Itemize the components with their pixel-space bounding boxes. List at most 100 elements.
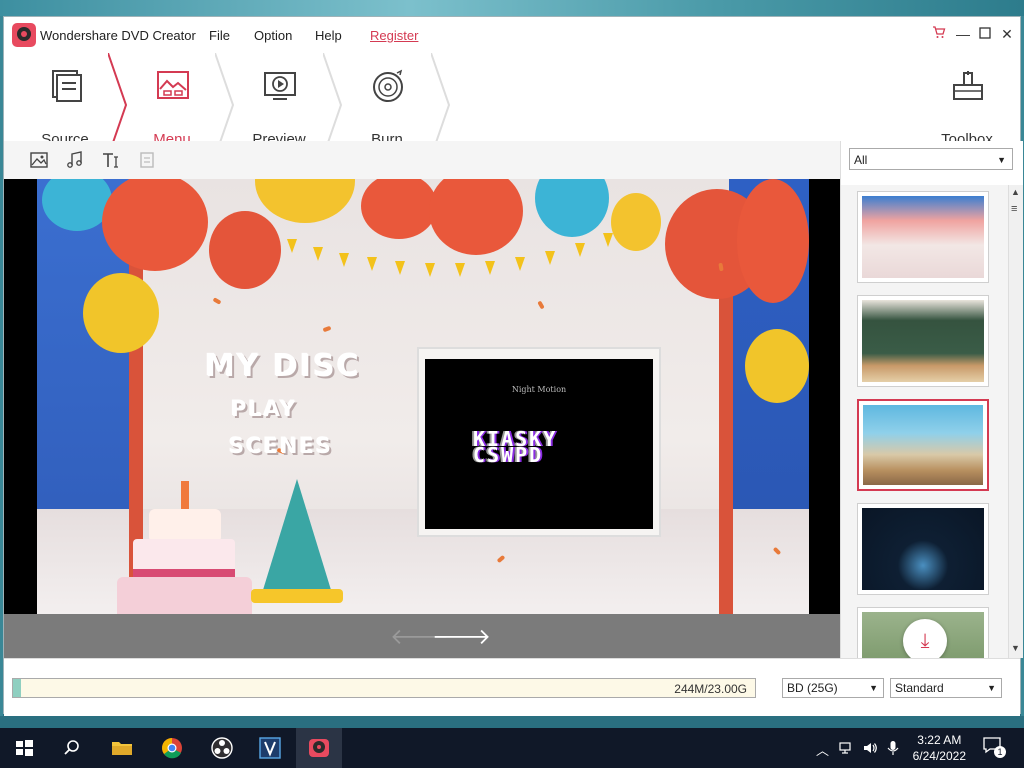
tray-chevron-up-icon[interactable]: ︿ (816, 740, 829, 759)
notification-center-icon[interactable]: 1 (982, 736, 1006, 758)
chrome-icon[interactable] (160, 736, 184, 760)
title-bar: Wondershare DVD Creator File Option Help… (4, 17, 1020, 53)
template-preview-image (862, 300, 984, 382)
chevron-down-icon: ▼ (869, 683, 878, 693)
burn-disc-icon (373, 69, 403, 102)
pennant-flag (395, 261, 405, 275)
menu-scenes-button[interactable]: SCENES (229, 434, 333, 458)
pennant-flag (339, 253, 349, 267)
menu-disc-title[interactable]: MY DISC (205, 349, 361, 384)
quality-select[interactable]: Standard ▼ (890, 678, 1002, 698)
scroll-thumb[interactable]: ≡ (1011, 203, 1017, 215)
desktop-background (0, 0, 1024, 16)
notification-count: 1 (994, 746, 1006, 758)
video-thumbnail: Night Motion KIASKY CSWPD (425, 359, 653, 529)
disc-usage-fill (13, 679, 22, 697)
balloon (209, 211, 281, 289)
menu-toolbar (4, 141, 840, 180)
obs-icon[interactable] (210, 736, 234, 760)
menu-play-button[interactable]: PLAY (231, 397, 297, 421)
template-list: ⤓ (841, 185, 1009, 658)
template-panel: All ▼ ⤓ ▲ ≡ ▼ (840, 141, 1023, 658)
disc-usage-bar: 244M/23.00G (12, 678, 756, 698)
menu-template-scene: MY DISC PLAY SCENES Night Motion KIASKY … (37, 179, 809, 614)
minimize-icon[interactable]: — (952, 23, 974, 45)
file-explorer-icon[interactable] (110, 736, 134, 760)
template-preview-image (863, 405, 983, 485)
template-thumb-beach[interactable] (857, 399, 989, 491)
template-thumb-night[interactable] (857, 503, 989, 595)
menu-option[interactable]: Option (254, 28, 292, 43)
close-icon[interactable]: ✕ (996, 23, 1018, 45)
menu-file[interactable]: File (209, 28, 230, 43)
confetti (322, 325, 332, 333)
register-link[interactable]: Register (370, 28, 418, 43)
taskbar: ︿ 3:22 AM 6/24/2022 1 (0, 728, 1024, 768)
pennant-flag (485, 261, 495, 275)
template-filter-select[interactable]: All ▼ (849, 148, 1013, 170)
app-title: Wondershare DVD Creator (40, 28, 196, 43)
menu-video-frame[interactable]: Night Motion KIASKY CSWPD (417, 347, 661, 537)
template-preview-image (862, 508, 984, 590)
menu-help[interactable]: Help (315, 28, 342, 43)
source-icon (52, 70, 82, 102)
balloon (745, 329, 809, 403)
status-bar: 244M/23.00G BD (25G) ▼ Standard ▼ (4, 658, 1020, 716)
cake-candle (181, 481, 189, 509)
disc-type-select[interactable]: BD (25G) ▼ (782, 678, 884, 698)
confetti (537, 300, 545, 310)
chapter-icon (140, 152, 154, 168)
balloon (611, 193, 661, 251)
search-icon[interactable] (60, 736, 84, 760)
app-window: Wondershare DVD Creator File Option Help… (3, 16, 1023, 716)
party-hat-base (251, 589, 343, 603)
v-app-icon[interactable] (258, 736, 282, 760)
taskbar-clock[interactable]: 3:22 AM 6/24/2022 (913, 732, 966, 764)
music-note-icon[interactable] (65, 150, 85, 170)
template-preview-image (862, 196, 984, 278)
network-icon[interactable] (838, 740, 854, 756)
clock-time: 3:22 AM (917, 733, 962, 747)
menu-image-icon (157, 71, 189, 99)
dvd-creator-taskbar-icon[interactable] (307, 736, 331, 760)
pennant-flag (425, 263, 435, 277)
clock-date: 6/24/2022 (912, 749, 966, 763)
next-arrow-icon[interactable]: 🡒 (432, 624, 491, 650)
toolbox-icon (953, 71, 983, 100)
pennant-flag (287, 239, 297, 253)
chevron-down-icon: ▼ (997, 155, 1006, 165)
volume-icon[interactable] (862, 740, 878, 756)
cake-top-tier (149, 509, 221, 543)
balloon (361, 179, 437, 239)
balloon (102, 179, 208, 271)
disc-type-value: BD (25G) (787, 681, 838, 695)
template-thumb-classroom[interactable] (857, 295, 989, 387)
pennant-flag (515, 257, 525, 271)
text-icon[interactable] (101, 150, 121, 170)
quality-value: Standard (895, 681, 944, 695)
video-glitch-text: KIASKY CSWPD (473, 427, 558, 467)
confetti (212, 297, 222, 305)
chevron-down-icon: ▼ (987, 683, 996, 693)
disc-usage-text: 244M/23.00G (674, 682, 747, 696)
pennant-flag (575, 243, 585, 257)
app-logo-icon (12, 23, 36, 47)
microphone-icon[interactable] (886, 740, 900, 756)
template-thumb-birthday[interactable] (857, 191, 989, 283)
cake-band (133, 569, 235, 577)
balloon (737, 179, 809, 303)
windows-start-icon[interactable] (12, 736, 36, 760)
preview-nav-bar: 🡐 🡒 (4, 614, 840, 658)
scroll-up-icon[interactable]: ▲ (1011, 187, 1020, 197)
cart-icon[interactable] (928, 23, 950, 45)
image-icon[interactable] (29, 150, 49, 170)
cake-bottom-tier (117, 577, 252, 614)
template-scrollbar[interactable]: ▲ ≡ ▼ (1008, 185, 1023, 658)
menu-preview[interactable]: MY DISC PLAY SCENES Night Motion KIASKY … (4, 179, 840, 614)
download-icon[interactable]: ⤓ (903, 619, 947, 658)
pennant-flag (603, 233, 613, 247)
scroll-down-icon[interactable]: ▼ (1011, 643, 1020, 653)
scene-frame-right (719, 259, 733, 614)
pennant-flag (545, 251, 555, 265)
maximize-icon[interactable] (974, 23, 996, 45)
